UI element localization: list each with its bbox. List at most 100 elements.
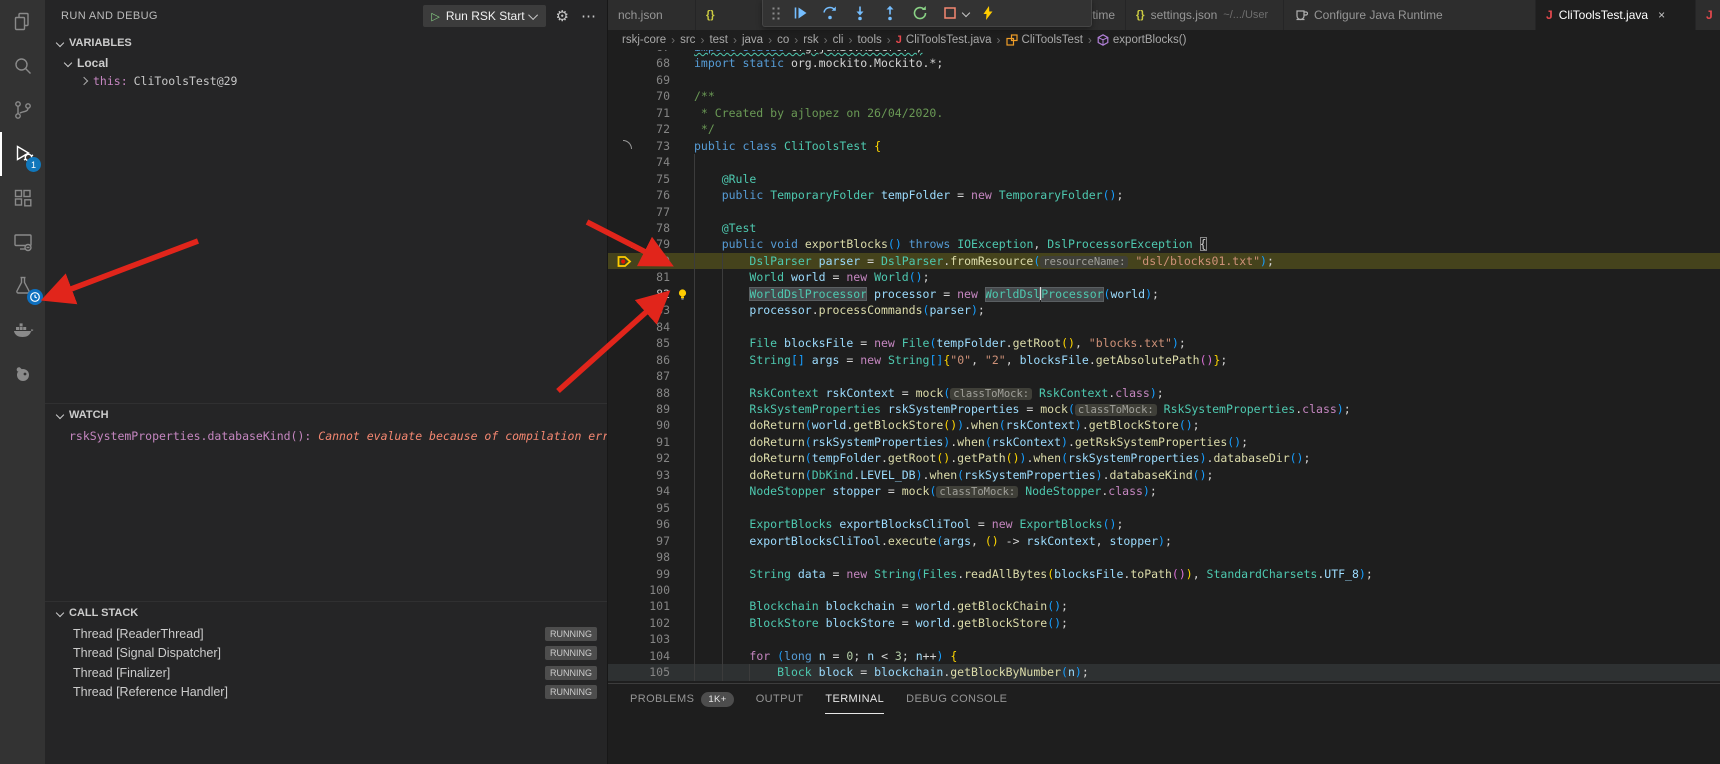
gutter-glyph-margin[interactable] (608, 516, 634, 532)
gutter-glyph-margin[interactable] (608, 105, 634, 121)
line-number[interactable]: 87 (634, 368, 670, 384)
line-number[interactable]: 69 (634, 72, 670, 88)
gutter-glyph-margin[interactable] (608, 582, 634, 598)
gutter-glyph-margin[interactable] (608, 483, 634, 499)
variables-scope-local[interactable]: Local (45, 54, 607, 72)
gutter-glyph-margin[interactable] (608, 187, 634, 203)
code-line-96[interactable]: 96 ExportBlocks exportBlocksCliTool = ne… (608, 516, 1720, 532)
line-number[interactable]: 94 (634, 483, 670, 499)
code-line-79[interactable]: 79 public void exportBlocks() throws IOE… (608, 236, 1720, 252)
gutter-glyph-margin[interactable] (608, 352, 634, 368)
code-line-88[interactable]: 88 RskContext rskContext = mock(classToM… (608, 385, 1720, 401)
code-line-98[interactable]: 98 (608, 549, 1720, 565)
breadcrumb-item[interactable]: rsk (803, 34, 818, 46)
activity-item-explorer[interactable] (0, 0, 45, 44)
line-number[interactable]: 71 (634, 105, 670, 121)
gutter-glyph-margin[interactable] (608, 236, 634, 252)
code-line-92[interactable]: 92 doReturn(tempFolder.getRoot().getPath… (608, 450, 1720, 466)
gutter-glyph-margin[interactable] (608, 533, 634, 549)
gutter-glyph-margin[interactable] (608, 664, 634, 680)
hot-code-replace-button[interactable] (975, 1, 1001, 25)
editor-tab-settings.json[interactable]: {}settings.json~/.../User (1126, 0, 1284, 30)
line-number[interactable]: 72 (634, 121, 670, 137)
line-number[interactable]: 84 (634, 319, 670, 335)
thread-row[interactable]: Thread [Signal Dispatcher]RUNNING (45, 644, 607, 664)
thread-row[interactable]: Thread [ReaderThread]RUNNING (45, 624, 607, 644)
line-number[interactable]: 81 (634, 269, 670, 285)
code-line-90[interactable]: 90 doReturn(world.getBlockStore()).when(… (608, 417, 1720, 433)
activity-item-extensions[interactable] (0, 176, 45, 220)
code-line-73[interactable]: 73public class CliToolsTest { (608, 138, 1720, 154)
code-line-103[interactable]: 103 (608, 631, 1720, 647)
line-number[interactable]: 96 (634, 516, 670, 532)
gutter-glyph-margin[interactable] (608, 286, 634, 302)
line-number[interactable]: 90 (634, 417, 670, 433)
editor-tab-overflow[interactable]: J (1696, 0, 1720, 30)
gutter-glyph-margin[interactable] (608, 385, 634, 401)
gutter-glyph-margin[interactable] (608, 302, 634, 318)
line-number[interactable]: 70 (634, 88, 670, 104)
code-line-93[interactable]: 93 doReturn(DbKind.LEVEL_DB).when(rskSys… (608, 467, 1720, 483)
activity-item-docker[interactable] (0, 308, 45, 352)
code-line-83[interactable]: 83 processor.processCommands(parser); (608, 302, 1720, 318)
breadcrumb-item[interactable]: java (742, 34, 763, 46)
line-number[interactable]: 74 (634, 154, 670, 170)
code-line-95[interactable]: 95 (608, 500, 1720, 516)
run-configuration-dropdown[interactable]: ▷ Run RSK Start (423, 5, 545, 27)
code-line-78[interactable]: 78 @Test (608, 220, 1720, 236)
step-out-button[interactable] (877, 1, 903, 25)
toolbar-drag-handle[interactable] (771, 5, 781, 21)
line-number[interactable]: 86 (634, 352, 670, 368)
line-number[interactable]: 89 (634, 401, 670, 417)
line-number[interactable]: 77 (634, 204, 670, 220)
code-line-102[interactable]: 102 BlockStore blockStore = world.getBlo… (608, 615, 1720, 631)
gutter-glyph-margin[interactable] (608, 648, 634, 664)
code-line-97[interactable]: 97 exportBlocksCliTool.execute(args, () … (608, 533, 1720, 549)
line-number[interactable]: 97 (634, 533, 670, 549)
gutter-glyph-margin[interactable] (608, 615, 634, 631)
breadcrumb-item[interactable]: JCliToolsTest.java (896, 34, 992, 46)
code-line-70[interactable]: 70/** (608, 88, 1720, 104)
editor-tab-CliToolsTest.java[interactable]: JCliToolsTest.java× (1536, 0, 1696, 30)
activity-item-run-debug[interactable]: 1 (0, 132, 45, 176)
breadcrumb-item[interactable]: co (777, 34, 789, 46)
gutter-glyph-margin[interactable] (608, 319, 634, 335)
stop-dropdown-chevron-icon[interactable] (962, 9, 970, 17)
code-line-104[interactable]: 104 for (long n = 0; n < 3; n++) { (608, 648, 1720, 664)
gutter-glyph-margin[interactable] (608, 566, 634, 582)
gutter-glyph-margin[interactable] (608, 335, 634, 351)
gutter-glyph-margin[interactable] (608, 434, 634, 450)
line-number[interactable]: 85 (634, 335, 670, 351)
line-number[interactable]: 103 (634, 631, 670, 647)
gutter-glyph-margin[interactable] (608, 72, 634, 88)
breadcrumb-item[interactable]: CliToolsTest (1006, 34, 1083, 46)
code-line-74[interactable]: 74 (608, 154, 1720, 170)
gutter-glyph-margin[interactable] (608, 220, 634, 236)
fold-region-icon[interactable] (623, 140, 632, 149)
gutter-glyph-margin[interactable] (608, 500, 634, 516)
activity-item-search[interactable] (0, 44, 45, 88)
gutter-glyph-margin[interactable] (608, 154, 634, 170)
stop-button[interactable] (937, 1, 963, 25)
line-number[interactable]: 99 (634, 566, 670, 582)
code-line-91[interactable]: 91 doReturn(rskSystemProperties).when(rs… (608, 434, 1720, 450)
code-line-87[interactable]: 87 (608, 368, 1720, 384)
line-number[interactable]: 76 (634, 187, 670, 203)
code-line-72[interactable]: 72 */ (608, 121, 1720, 137)
code-line-77[interactable]: 77 (608, 204, 1720, 220)
thread-row[interactable]: Thread [Reference Handler]RUNNING (45, 683, 607, 703)
code-line-99[interactable]: 99 String data = new String(Files.readAl… (608, 566, 1720, 582)
line-number[interactable]: 104 (634, 648, 670, 664)
watch-expression-row[interactable]: rskSystemProperties.databaseKind(): Cann… (45, 426, 607, 443)
line-number[interactable]: 101 (634, 598, 670, 614)
activity-item-gradle[interactable] (0, 352, 45, 396)
gutter-glyph-margin[interactable] (608, 631, 634, 647)
gutter-glyph-margin[interactable] (608, 598, 634, 614)
code-line-82[interactable]: 82 WorldDslProcessor processor = new Wor… (608, 286, 1720, 302)
line-number[interactable]: 88 (634, 385, 670, 401)
code-line-86[interactable]: 86 String[] args = new String[]{"0", "2"… (608, 352, 1720, 368)
activity-item-source-control[interactable] (0, 88, 45, 132)
line-number[interactable]: 93 (634, 467, 670, 483)
code-line-69[interactable]: 69 (608, 72, 1720, 88)
line-number[interactable]: 98 (634, 549, 670, 565)
